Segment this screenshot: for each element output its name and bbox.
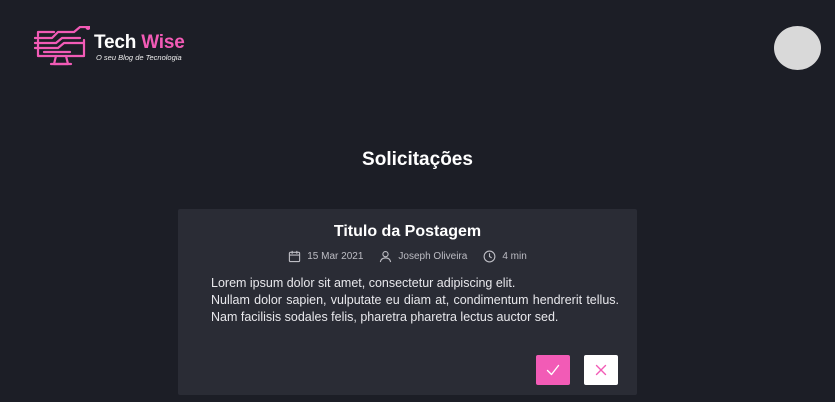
page: Tech Wise O seu Blog de Tecnologia Solic… xyxy=(0,0,835,402)
logo-title-tech: Tech xyxy=(94,31,137,53)
check-icon xyxy=(546,364,560,376)
post-author-text: Joseph Oliveira xyxy=(398,251,468,262)
post-author: Joseph Oliveira xyxy=(379,250,467,263)
post-excerpt: Lorem ipsum dolor sit amet, consectetur … xyxy=(211,275,619,326)
logo-subtitle: O seu Blog de Tecnologia xyxy=(96,52,182,62)
post-excerpt-line-1: Lorem ipsum dolor sit amet, consectetur … xyxy=(211,276,516,290)
post-date-text: 15 Mar 2021 xyxy=(307,251,364,262)
post-read-time-text: 4 min xyxy=(502,251,527,262)
request-card: Titulo da Postagem 15 Mar 2021 Joseph Ol… xyxy=(178,209,637,395)
reject-button[interactable] xyxy=(584,355,618,385)
logo-title: Tech Wise xyxy=(94,31,185,53)
post-meta: 15 Mar 2021 Joseph Oliveira 4 min xyxy=(178,250,637,263)
circuit-monitor-icon xyxy=(34,26,90,66)
calendar-icon xyxy=(289,250,301,263)
post-title: Titulo da Postagem xyxy=(333,223,482,240)
post-excerpt-line-2: Nullam dolor sapien, vulputate eu diam a… xyxy=(211,293,619,324)
avatar[interactable] xyxy=(774,26,821,70)
post-date: 15 Mar 2021 xyxy=(288,250,363,263)
approve-button[interactable] xyxy=(536,355,570,385)
user-icon xyxy=(380,251,392,263)
page-title: Solicitações xyxy=(362,149,473,170)
clock-icon xyxy=(483,250,496,263)
logo-text: Tech Wise O seu Blog de Tecnologia xyxy=(94,31,185,62)
close-icon xyxy=(595,364,607,376)
post-read-time: 4 min xyxy=(483,250,527,263)
logo[interactable]: Tech Wise O seu Blog de Tecnologia xyxy=(34,26,185,70)
logo-title-wise: Wise xyxy=(141,31,185,53)
